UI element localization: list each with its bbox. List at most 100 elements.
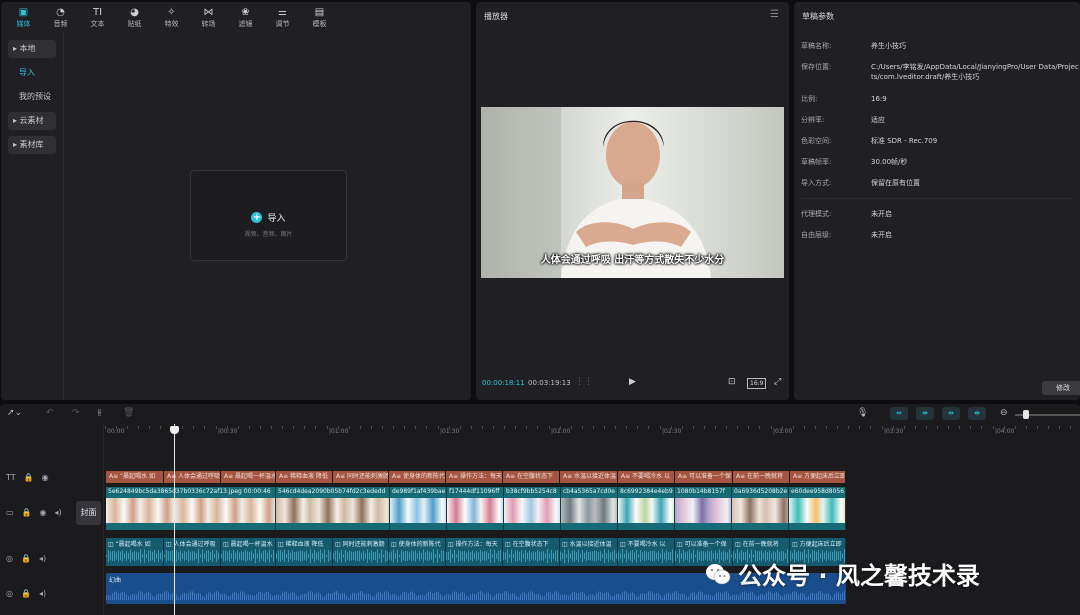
link-clips-icon[interactable]: ⇹ xyxy=(890,407,908,420)
tab-template[interactable]: ▤ 模板 xyxy=(301,2,338,32)
video-clip[interactable]: 8c6992384e4eb9 xyxy=(618,487,675,530)
menu-icon[interactable]: ☰ xyxy=(770,9,779,20)
video-clip[interactable]: cb4a5365a7cd0e xyxy=(561,487,618,530)
speaker-icon[interactable]: ◂) xyxy=(39,589,46,598)
redo-icon[interactable]: ↷ xyxy=(72,408,80,418)
audio-clip[interactable]: ◫ 使身体的新陈代 xyxy=(389,538,446,566)
sidebar-item-my-presets[interactable]: 我的预设 xyxy=(13,88,56,106)
preview-axis-icon[interactable]: ⇼ xyxy=(968,407,986,420)
playhead[interactable] xyxy=(174,424,175,615)
ruler-tick xyxy=(837,426,838,429)
select-cursor-icon[interactable]: ➚⌄ xyxy=(7,408,22,418)
tab-transition[interactable]: ⋈ 转场 xyxy=(190,2,227,32)
ruler-tick xyxy=(593,426,594,429)
snap-icon[interactable]: ⇼ xyxy=(916,407,934,420)
lock-icon[interactable]: 🔒 xyxy=(24,473,34,482)
import-dropzone[interactable]: + 导入 视频、音频、图片 xyxy=(190,170,347,261)
text-clip[interactable]: A≡ 水温以接近体温 xyxy=(560,471,618,483)
sidebar-item-import[interactable]: 导入 xyxy=(13,64,56,82)
video-clip[interactable]: de989f1af439bae xyxy=(390,487,447,530)
ruler-tick xyxy=(882,426,883,429)
ruler-tick xyxy=(848,426,849,429)
tab-media[interactable]: ▣ 媒体 xyxy=(5,2,42,32)
text-clip[interactable]: A≡ 使身体的新陈代 xyxy=(389,471,446,483)
cover-button[interactable]: 封面 xyxy=(76,501,101,525)
text-clip[interactable]: A≡ 在空腹状态下 xyxy=(503,471,560,483)
eye-icon[interactable]: ◉ xyxy=(42,473,49,482)
ruler-tick xyxy=(870,426,871,429)
sidebar-item-library[interactable]: ▸ 素材库 xyxy=(8,136,56,154)
text-clip[interactable]: A≡ 可以准备一个保 xyxy=(675,471,733,483)
video-clip[interactable]: 5e624849bc5da3865d37b0336c72af13.jpeg 00… xyxy=(106,487,276,530)
play-icon[interactable]: ▶ xyxy=(629,377,636,387)
video-clip-label: cb4a5365a7cd0e xyxy=(563,488,615,495)
text-clip[interactable]: A≡ 晨起喝一杯温水 xyxy=(221,471,276,483)
audio-clip[interactable]: ◫ 操作方法：每天 xyxy=(446,538,503,566)
text-clip[interactable]: A≡ 同时还能刺激肠 xyxy=(333,471,389,483)
ratio-button[interactable]: 16:9 xyxy=(747,378,767,389)
ruler-tick xyxy=(549,426,550,429)
prop-value: 养生小技巧 xyxy=(871,42,906,50)
lock-icon[interactable]: 🔒 xyxy=(22,508,32,517)
delete-icon[interactable]: 🗑 xyxy=(123,408,134,418)
audio-clip[interactable]: ◫ 同时还能刺激肠 xyxy=(333,538,389,566)
video-subtitle: 人体会通过呼吸 出汗等方式散失不少水分 xyxy=(540,255,725,266)
text-clip[interactable]: A≡ 不要喝冷水 以 xyxy=(618,471,675,483)
tab-adjust[interactable]: ⚌ 调节 xyxy=(264,2,301,32)
properties-title: 草稿参数 xyxy=(802,12,834,21)
zoom-out-icon[interactable]: ⊖ xyxy=(1000,408,1008,418)
tab-audio[interactable]: ◔ 音频 xyxy=(42,2,79,32)
ruler-tick xyxy=(1015,426,1016,429)
audio-clip[interactable]: ◫ 稀释血液 降低 xyxy=(276,538,333,566)
video-clip[interactable]: f17444df11096ff xyxy=(447,487,504,530)
modify-button[interactable]: 修改 xyxy=(1042,381,1080,395)
tab-sticker[interactable]: ◕ 贴纸 xyxy=(116,2,153,32)
audio-clip[interactable]: ◫ 晨起喝一杯温水 xyxy=(221,538,276,566)
video-clip[interactable]: e60dee958d8056 xyxy=(789,487,846,530)
audio-clip[interactable]: ◫ 水温以接近体温 xyxy=(560,538,618,566)
undo-icon[interactable]: ↶ xyxy=(46,408,54,418)
speaker-icon[interactable]: ◂) xyxy=(39,554,46,563)
tab-label: 转场 xyxy=(201,19,216,28)
timecode-grid-icon[interactable]: ⋮⋮ xyxy=(575,377,593,387)
ruler-tick xyxy=(327,426,328,429)
video-preview[interactable]: 人体会通过呼吸 出汗等方式散失不少水分 xyxy=(481,107,784,278)
lock-icon[interactable]: 🔒 xyxy=(21,589,31,598)
speaker-icon[interactable]: ◂) xyxy=(55,508,62,517)
video-clip[interactable]: 546cd4dea2090b05b74fd2c3ededd xyxy=(276,487,390,530)
sidebar-item-cloud[interactable]: ▸ 云素材 xyxy=(8,112,56,130)
text-clip[interactable]: A≡ “晨起喝水 如 xyxy=(106,471,164,483)
tab-effects[interactable]: ✧ 特效 xyxy=(153,2,190,32)
fullscreen-crop-icon[interactable]: ⊡ xyxy=(728,377,736,387)
current-time: 00:00:18:11 xyxy=(482,379,525,387)
tab-text[interactable]: TI 文本 xyxy=(79,2,116,32)
ruler-tick xyxy=(304,426,305,429)
split-icon[interactable]: ⫲ xyxy=(98,408,101,418)
timeline-ruler[interactable]: 00:00 |00:30 |01:00 |01:30 |02:00 |02:30 |03:0… xyxy=(105,425,1080,439)
expand-icon[interactable]: ⤢ xyxy=(774,377,781,387)
video-thumbnail xyxy=(789,498,845,523)
eye-icon[interactable]: ◉ xyxy=(40,508,47,517)
text-clip[interactable]: A≡ 稀释血液 降低 xyxy=(276,471,333,483)
audio-clip[interactable]: ◫ 人体会通过呼吸 xyxy=(164,538,221,566)
microphone-icon[interactable]: 🎙 xyxy=(857,408,868,418)
text-clip[interactable]: A≡ 人体会通过呼吸 xyxy=(164,471,221,483)
linkage-icon[interactable]: ⇹ xyxy=(942,407,960,420)
audio-clip[interactable]: ◫ 不要喝冷水 以 xyxy=(618,538,675,566)
video-clip[interactable]: 1080b14b8157f xyxy=(675,487,732,530)
audio-clip[interactable]: ◫ “晨起喝水 如 xyxy=(106,538,164,566)
playhead-handle[interactable] xyxy=(170,426,179,434)
text-clip[interactable]: A≡ 操作方法：每天 xyxy=(446,471,503,483)
sidebar-item-local[interactable]: ▸ 本地 xyxy=(8,40,56,58)
text-clip[interactable]: A≡ 方便起床后立即 xyxy=(790,471,846,483)
video-clip[interactable]: 0a6936d5208b2e xyxy=(732,487,789,530)
lock-icon[interactable]: 🔒 xyxy=(21,554,31,563)
ruler-tick xyxy=(204,426,205,429)
text-clip[interactable]: A≡ 在前一晚就将 xyxy=(733,471,790,483)
audio-waveform xyxy=(389,549,444,563)
audio-clip[interactable]: ◫ 在空腹状态下 xyxy=(503,538,560,566)
video-clip[interactable]: b38cf9bb5254c8 xyxy=(504,487,561,530)
zoom-slider-handle[interactable] xyxy=(1023,410,1029,419)
tab-filter[interactable]: ❀ 滤镜 xyxy=(227,2,264,32)
ruler-tick xyxy=(537,426,538,429)
